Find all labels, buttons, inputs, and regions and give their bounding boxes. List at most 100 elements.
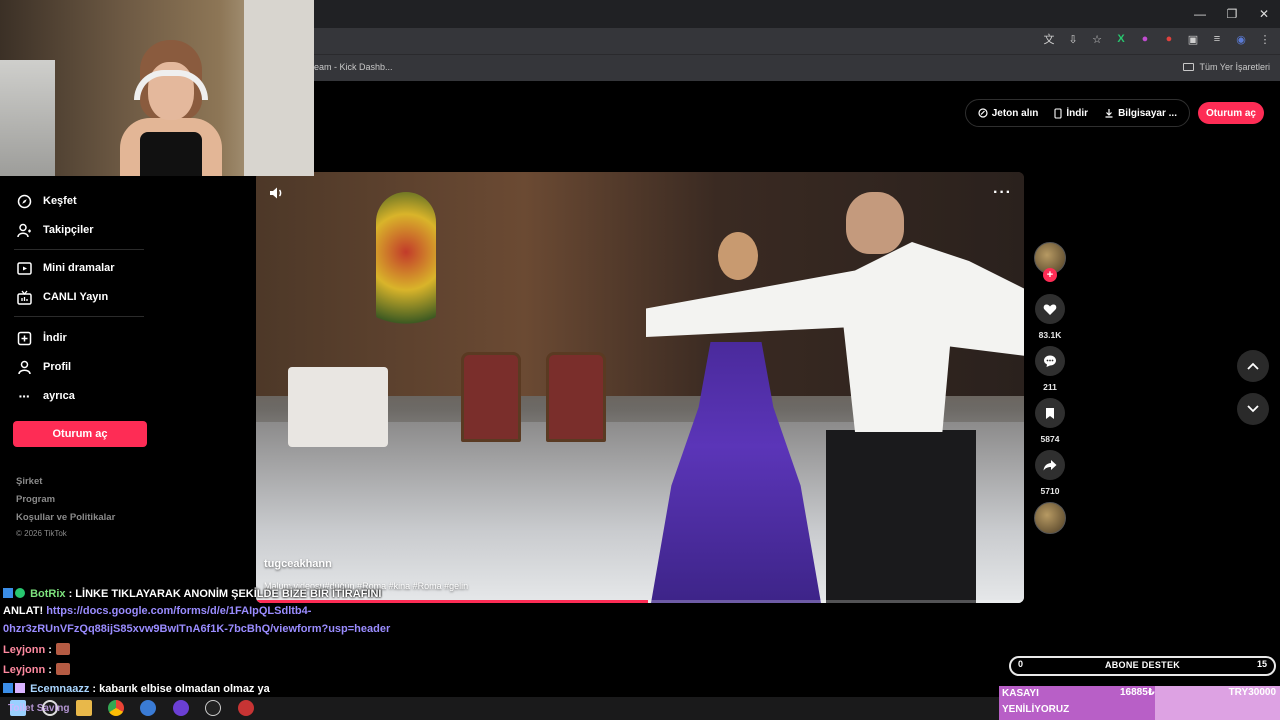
download-icon (1105, 109, 1113, 118)
browser-menu-icon[interactable]: ⋮ (1258, 32, 1272, 46)
extension-purple-icon[interactable]: ● (1138, 32, 1152, 46)
webcam-door (244, 0, 314, 176)
share-arrow-icon (1043, 460, 1057, 471)
compass-icon (16, 193, 32, 209)
sidebar-login-button[interactable]: Oturum aç (13, 421, 147, 447)
extensions-puzzle-icon[interactable]: ▣ (1186, 32, 1200, 46)
video-scene-flowers (376, 192, 436, 342)
footer-link-program[interactable]: Program (16, 494, 55, 505)
donation-goal-current: 16885₺ (1120, 687, 1155, 698)
previous-video-button[interactable] (1237, 350, 1269, 382)
download-plus-icon (16, 330, 32, 346)
copyright: © 2026 TikTok (16, 529, 67, 538)
translate-icon[interactable]: 文 (1042, 32, 1056, 46)
header-login-button[interactable]: Oturum aç (1197, 102, 1264, 124)
chrome-icon[interactable] (108, 700, 124, 716)
chat-text: : kabarık elbise olmadan olmaz ya (89, 683, 270, 695)
chat-username[interactable]: BotRix (30, 588, 65, 600)
sidebar-item-followers[interactable]: Takipçiler (16, 222, 94, 238)
sidebar-item-mini-dramas[interactable]: Mini dramalar (16, 260, 115, 276)
discord-icon[interactable] (173, 700, 189, 716)
app-icon[interactable] (140, 700, 156, 716)
like-count: 83.1K (1038, 330, 1062, 340)
share-button[interactable] (1035, 450, 1065, 480)
video-scene-woman-head (718, 232, 758, 280)
next-video-button[interactable] (1237, 393, 1269, 425)
chat-username[interactable]: Ecemnaazz (30, 683, 89, 695)
sidebar-item-explore[interactable]: Keşfet (16, 193, 77, 209)
download-app-button[interactable]: İndir (1046, 100, 1096, 126)
sidebar-item-label: Keşfet (43, 195, 77, 207)
donation-goal-title: KASAYI YENİLİYORUZ (1002, 686, 1069, 718)
video-scene-table (288, 367, 388, 447)
footer-link-company[interactable]: Şirket (16, 476, 42, 487)
sound-button[interactable] (268, 184, 286, 202)
computer-app-label: Bilgisayar ... (1118, 107, 1177, 119)
restore-button[interactable]: ❐ (1216, 0, 1248, 28)
like-button[interactable] (1035, 294, 1065, 324)
save-button[interactable] (1035, 398, 1065, 428)
minimize-button[interactable]: — (1184, 0, 1216, 28)
video-scene-chair (461, 352, 521, 442)
chat-message: Leyjonn : (3, 663, 70, 676)
toolbar-icons: 文 ⇩ ☆ X ● ● ▣ ≡ ◉ ⋮ (1042, 32, 1272, 46)
live-tv-icon (16, 289, 32, 305)
heart-icon (1043, 304, 1057, 315)
ellipsis-icon: ··· (993, 184, 1012, 201)
followers-icon (16, 222, 32, 238)
video-player[interactable]: ··· tugceakhann Malum videosu#düğün #Rom… (256, 172, 1024, 603)
file-explorer-icon[interactable] (76, 700, 92, 716)
chat-message: 0hzr3zRUnVFzQq88ijS85xvw9BwITnA6f1K-7bcB… (3, 623, 390, 635)
sidebar-item-label: CANLI Yayın (43, 291, 109, 303)
sidebar-item-label: Mini dramalar (43, 262, 115, 274)
sidebar-item-more[interactable]: ··· ayrıca (16, 388, 75, 404)
sidebar-item-download[interactable]: İndir (16, 330, 67, 346)
sidebar-item-label: Profil (43, 361, 72, 373)
footer-link-terms[interactable]: Koşullar ve Politikalar (16, 512, 115, 523)
extension-red-icon[interactable]: ● (1162, 32, 1176, 46)
subscriber-goal-target: 15 (1256, 659, 1267, 669)
chat-username[interactable]: Leyjonn (3, 664, 45, 676)
profile-avatar-icon[interactable]: ◉ (1234, 32, 1248, 46)
volume-icon (270, 187, 282, 199)
download-app-label: İndir (1066, 107, 1089, 119)
chat-link[interactable]: 0hzr3zRUnVFzQq88ijS85xvw9BwITnA6f1K-7bcB… (3, 623, 390, 635)
chat-username[interactable]: Leyjonn (3, 644, 45, 656)
app-red-icon[interactable] (238, 700, 254, 716)
video-more-button[interactable]: ··· (993, 184, 1012, 202)
sidebar-item-label: Takipçiler (43, 224, 94, 236)
save-count: 5874 (1040, 434, 1060, 444)
bookmark-kick-dashboard[interactable]: eam - Kick Dashb... (314, 62, 393, 72)
sidebar-item-label: ayrıca (43, 390, 75, 402)
streamer-top (140, 132, 202, 176)
sidebar-item-live[interactable]: CANLI Yayın (16, 289, 108, 305)
bookmark-star-icon[interactable]: ☆ (1090, 32, 1104, 46)
comment-icon (1044, 355, 1056, 367)
video-author[interactable]: tugceakhann (264, 558, 332, 570)
subscriber-goal-current: 0 (1018, 659, 1024, 669)
follow-plus-icon[interactable]: + (1043, 268, 1057, 282)
subscriber-goal-label: ABONE DESTEK (1104, 660, 1181, 670)
media-control-icon[interactable]: ≡ (1210, 32, 1224, 46)
obs-icon[interactable] (205, 700, 221, 716)
folder-icon (1183, 63, 1195, 71)
header-actions: Jeton alın İndir Bilgisayar ... Oturum a… (964, 99, 1264, 127)
donation-goal-widget: KASAYI YENİLİYORUZ 16885₺ TRY30000 (999, 686, 1280, 720)
taskbar-overlay-label: Toilet Saving (8, 703, 70, 714)
sidebar-item-label: İndir (43, 332, 67, 344)
mod-badge-icon (3, 683, 13, 693)
computer-app-button[interactable]: Bilgisayar ... (1096, 100, 1185, 126)
sidebar-item-profile[interactable]: Profil (16, 359, 71, 375)
get-coins-label: Jeton alın (991, 107, 1039, 119)
all-bookmarks-button[interactable]: Tüm Yer İşaretleri (1183, 62, 1270, 72)
get-coins-button[interactable]: Jeton alın (970, 100, 1047, 126)
music-disc-avatar[interactable] (1034, 502, 1066, 534)
comment-button[interactable] (1035, 346, 1065, 376)
chat-text: : (45, 664, 52, 676)
install-icon[interactable]: ⇩ (1066, 32, 1080, 46)
subscriber-goal-bar: ABONE DESTEK 0 15 (1009, 656, 1276, 676)
extension-x-icon[interactable]: X (1114, 32, 1128, 46)
close-button[interactable]: ✕ (1248, 0, 1280, 28)
more-icon: ··· (18, 388, 31, 404)
chat-link[interactable]: https://docs.google.com/forms/d/e/1FAIpQ… (46, 605, 311, 617)
